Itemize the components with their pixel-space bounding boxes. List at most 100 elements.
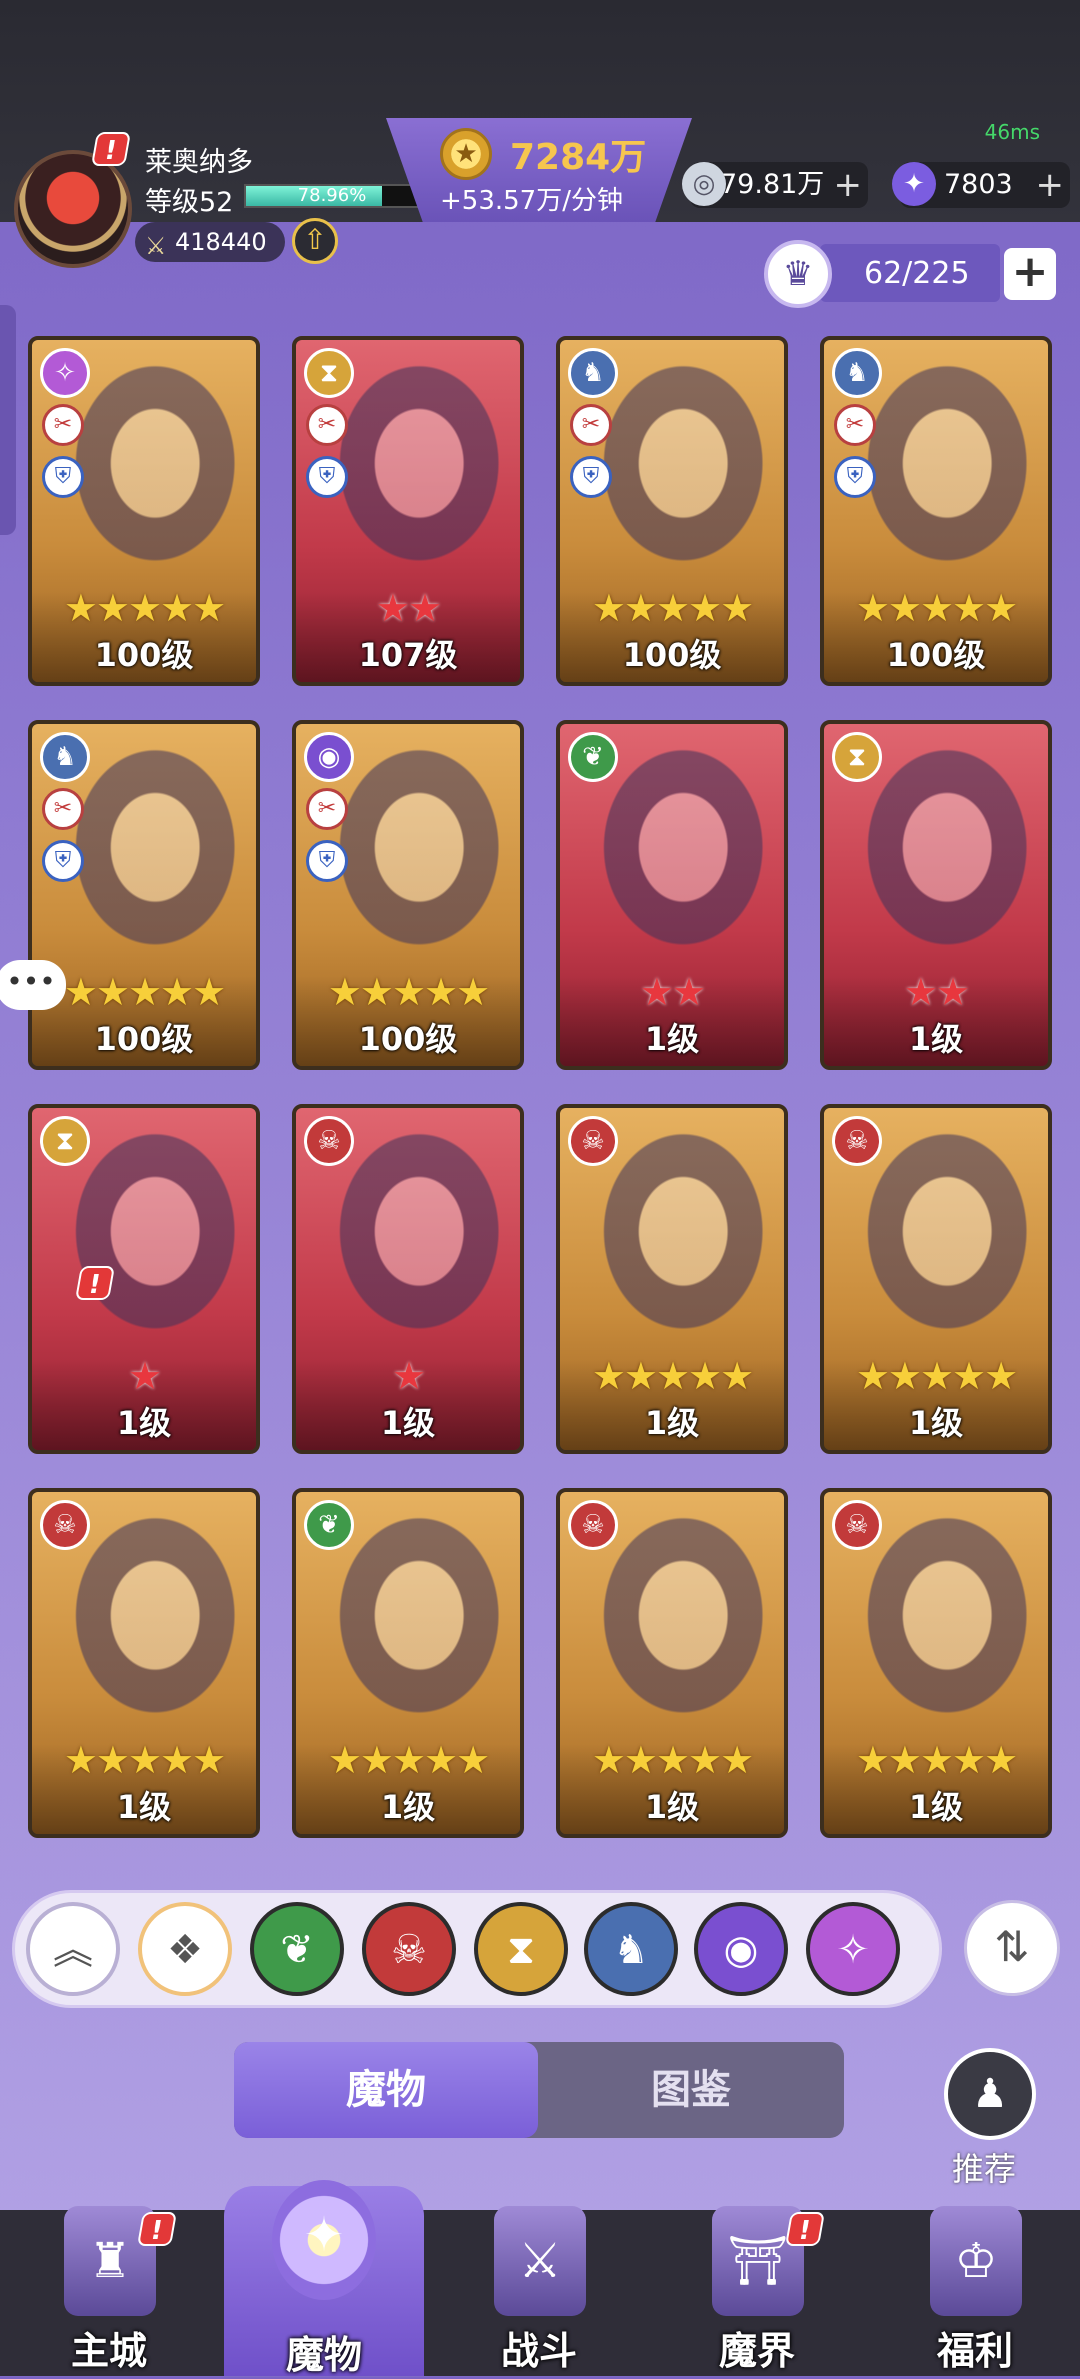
player-name: 莱奥纳多 bbox=[145, 147, 253, 178]
nav-monsters[interactable]: ✦ 魔物 bbox=[224, 2180, 424, 2377]
demon-filter-button[interactable]: ☠ bbox=[362, 1902, 456, 1996]
monster-card[interactable]: ☠ ★★★★★ 1级 bbox=[820, 1488, 1052, 1838]
star-rating: ★★★★★ bbox=[855, 586, 1018, 630]
attack-badge-icon: ✂ bbox=[834, 404, 876, 446]
hourglass-icon: ⧗ bbox=[304, 348, 354, 398]
side-drawer-tab[interactable] bbox=[0, 305, 16, 535]
monster-card[interactable]: ☠ ★★★★★ 1级 bbox=[820, 1104, 1052, 1454]
nav-battle[interactable]: ⚔ 战斗 bbox=[464, 2196, 614, 2376]
leaf-icon: ❦ bbox=[304, 1500, 354, 1550]
defense-badge-icon: ⛨ bbox=[306, 840, 348, 882]
monster-card[interactable]: ☠ ★★★★★ 1级 bbox=[556, 1488, 788, 1838]
monster-level: 1级 bbox=[380, 1788, 436, 1826]
gem-resource[interactable]: ✦ 7803 + bbox=[892, 162, 1070, 208]
demon-mask-icon: ☠ bbox=[832, 1116, 882, 1166]
gem-plus-icon[interactable]: + bbox=[1036, 162, 1065, 208]
chat-alert-icon: ! bbox=[75, 1266, 115, 1300]
exp-percent: 78.96% bbox=[297, 185, 367, 206]
capacity-count: 62/225 bbox=[864, 256, 970, 291]
expand-capacity-button[interactable]: + bbox=[1004, 248, 1056, 300]
player-avatar[interactable] bbox=[14, 150, 132, 268]
monster-level: 1级 bbox=[380, 1404, 436, 1442]
monster-card[interactable]: ⧗ ★ 1级 bbox=[28, 1104, 260, 1454]
demon-mask-icon: ☠ bbox=[40, 1500, 90, 1550]
attack-badge-icon: ✂ bbox=[306, 404, 348, 446]
exp-bar: 78.96% bbox=[244, 184, 420, 208]
all-filter-button[interactable]: ❖ bbox=[138, 1902, 232, 1996]
monster-level: 1级 bbox=[644, 1788, 700, 1826]
defense-badge-icon: ⛨ bbox=[306, 456, 348, 498]
recommend-label[interactable]: 推荐 bbox=[952, 2144, 1016, 2190]
tab-monsters[interactable]: 魔物 bbox=[234, 2042, 538, 2138]
monster-flame-icon: ✦ bbox=[272, 2180, 376, 2300]
attack-badge-icon: ✂ bbox=[306, 788, 348, 830]
star-rating: ★★★★★ bbox=[591, 586, 754, 630]
monster-card[interactable]: ❦ ★★★★★ 1级 bbox=[292, 1488, 524, 1838]
monster-level: 1级 bbox=[116, 1404, 172, 1442]
gem-amount: 7803 bbox=[944, 169, 1013, 200]
hourglass-icon: ⧗ bbox=[40, 1116, 90, 1166]
star-rating: ★★ bbox=[903, 970, 970, 1014]
gold-rate: +53.57万/分钟 bbox=[440, 186, 623, 216]
monster-card[interactable]: ❦ ★★ 1级 bbox=[556, 720, 788, 1070]
sort-button[interactable]: ⇅ bbox=[964, 1900, 1060, 1996]
arcane-filter-button[interactable]: ✧ bbox=[806, 1902, 900, 1996]
monster-card[interactable]: ♞ ✂ ⛨ ★★★★★ 100级 bbox=[820, 336, 1052, 686]
monster-level: 100级 bbox=[622, 636, 722, 674]
monster-card[interactable]: ◉ ✂ ⛨ ★★★★★ 100级 bbox=[292, 720, 524, 1070]
silver-coin-icon: ◎ bbox=[682, 162, 726, 206]
gold-amount: 7284万 bbox=[510, 137, 647, 178]
monster-card[interactable]: ☠ ★★★★★ 1级 bbox=[28, 1488, 260, 1838]
silver-resource[interactable]: ◎ 79.81万 + bbox=[682, 162, 868, 208]
monster-card[interactable]: ♞ ✂ ⛨ ★★★★★ 100级 bbox=[556, 336, 788, 686]
player-level: 等级52 bbox=[145, 187, 234, 218]
monster-card[interactable]: ☠ ★ 1级 bbox=[292, 1104, 524, 1454]
star-rating: ★★★★★ bbox=[855, 1738, 1018, 1782]
monster-level: 1级 bbox=[908, 1404, 964, 1442]
star-rating: ★ bbox=[391, 1354, 426, 1398]
monster-level: 100级 bbox=[94, 1020, 194, 1058]
star-rating: ★★★★★ bbox=[591, 1354, 754, 1398]
nature-filter-button[interactable]: ❦ bbox=[250, 1902, 344, 1996]
gem-icon: ✦ bbox=[892, 162, 936, 206]
monster-capacity-icon: ♛ bbox=[764, 240, 832, 308]
diamond-swirl-icon: ✧ bbox=[40, 348, 90, 398]
dragon-icon: ♞ bbox=[40, 732, 90, 782]
star-rating: ★★★★★ bbox=[591, 1738, 754, 1782]
eye-filter-button[interactable]: ◉ bbox=[694, 1902, 788, 1996]
defense-badge-icon: ⛨ bbox=[42, 840, 84, 882]
monster-card[interactable]: ⧗ ★★ 1级 bbox=[820, 720, 1052, 1070]
dragon-icon: ♞ bbox=[832, 348, 882, 398]
nav-welfare-label: 福利 bbox=[936, 2329, 1013, 2373]
collapse-filter-button[interactable]: ︽ bbox=[26, 1902, 120, 1996]
view-tabs: 魔物 图鉴 bbox=[234, 2042, 844, 2138]
star-rating: ★★★★★ bbox=[63, 586, 226, 630]
monster-card[interactable]: ⧗ ✂ ⛨ ★★ 107级 bbox=[292, 336, 524, 686]
tab-codex[interactable]: 图鉴 bbox=[538, 2042, 844, 2138]
nav-welfare[interactable]: ♔ 福利 bbox=[900, 2196, 1050, 2376]
defense-badge-icon: ⛨ bbox=[42, 456, 84, 498]
attack-badge-icon: ✂ bbox=[570, 404, 612, 446]
defense-badge-icon: ⛨ bbox=[834, 456, 876, 498]
silver-plus-icon[interactable]: + bbox=[834, 162, 863, 208]
monster-card[interactable]: ☠ ★★★★★ 1级 bbox=[556, 1104, 788, 1454]
monster-card[interactable]: ♞ ✂ ⛨ ★★★★★ 100级 bbox=[28, 720, 260, 1070]
monster-level: 100级 bbox=[94, 636, 194, 674]
monster-card[interactable]: ✧ ✂ ⛨ ★★★★★ 100级 bbox=[28, 336, 260, 686]
nav-monsters-label: 魔物 bbox=[285, 2333, 362, 2377]
demon-mask-icon: ☠ bbox=[832, 1500, 882, 1550]
chat-icon[interactable]: ••• bbox=[0, 960, 66, 1010]
star-rating: ★ bbox=[127, 1354, 162, 1398]
time-filter-button[interactable]: ⧗ bbox=[474, 1902, 568, 1996]
recommend-icon[interactable]: ♟ bbox=[944, 2048, 1036, 2140]
attack-badge-icon: ✂ bbox=[42, 788, 84, 830]
power-up-button[interactable]: ⇧ bbox=[292, 218, 338, 264]
attack-badge-icon: ✂ bbox=[42, 404, 84, 446]
gold-coin-icon: ★ bbox=[440, 128, 492, 180]
monster-level: 107级 bbox=[358, 636, 458, 674]
eye-icon: ◉ bbox=[304, 732, 354, 782]
demon-mask-icon: ☠ bbox=[568, 1116, 618, 1166]
monster-level: 1级 bbox=[908, 1788, 964, 1826]
dragon-filter-button[interactable]: ♞ bbox=[584, 1902, 678, 1996]
monster-level: 1级 bbox=[908, 1020, 964, 1058]
